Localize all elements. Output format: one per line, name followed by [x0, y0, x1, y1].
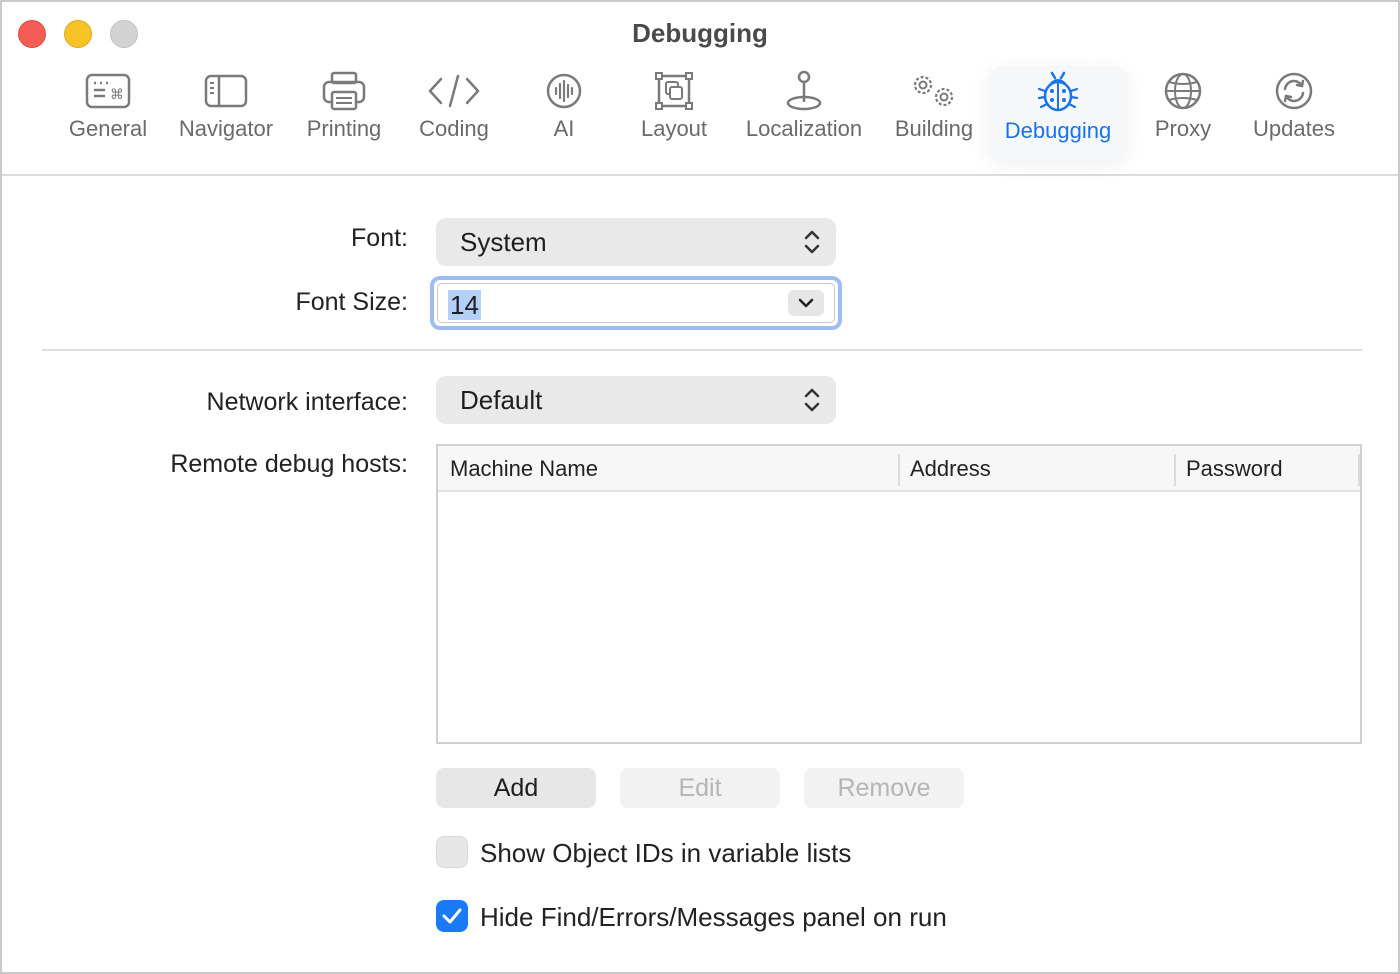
- font-popup-value: System: [460, 227, 547, 257]
- network-interface-label: Network interface:: [206, 388, 408, 416]
- hide-panel-checkbox[interactable]: [436, 900, 468, 932]
- tab-layout[interactable]: Layout: [632, 68, 716, 160]
- network-interface-popup[interactable]: Default: [436, 376, 836, 424]
- font-size-field: 14: [437, 283, 835, 323]
- table-header: Machine Name Address Password: [438, 446, 1360, 492]
- font-size-label: Font Size:: [295, 288, 408, 316]
- tab-label: Layout: [640, 116, 708, 141]
- tab-debugging[interactable]: Debugging: [988, 66, 1128, 162]
- remove-button[interactable]: Remove: [804, 768, 964, 808]
- sidebar-icon: [204, 68, 248, 114]
- network-interface-value: Default: [460, 385, 543, 415]
- svg-text:⌘: ⌘: [110, 87, 124, 103]
- tab-label: Printing: [306, 116, 382, 141]
- tab-updates[interactable]: Updates: [1246, 68, 1342, 160]
- font-label: Font:: [351, 224, 408, 252]
- ladybug-icon: [1037, 66, 1079, 116]
- column-header-password[interactable]: Password: [1186, 456, 1283, 482]
- show-object-ids-label[interactable]: Show Object IDs in variable lists: [480, 838, 851, 869]
- tab-building[interactable]: Building: [888, 68, 980, 160]
- font-size-value[interactable]: 14: [448, 290, 481, 320]
- checkmark-icon: [442, 908, 462, 924]
- up-down-chevron-icon: [804, 387, 820, 418]
- remote-debug-hosts-label: Remote debug hosts:: [170, 450, 408, 478]
- preferences-window: Debugging ⌘ General Navigator Printing C…: [0, 0, 1400, 974]
- code-brackets-icon: [427, 68, 481, 114]
- gears-icon: [908, 68, 960, 114]
- column-separator[interactable]: [1358, 454, 1360, 486]
- printer-icon: [322, 68, 366, 114]
- section-divider: [42, 349, 1362, 351]
- tab-label: General: [68, 116, 148, 141]
- column-header-machine-name[interactable]: Machine Name: [450, 456, 598, 482]
- tab-label: Coding: [419, 116, 489, 141]
- font-size-combobox[interactable]: 14: [430, 276, 842, 330]
- tab-label: Proxy: [1154, 116, 1212, 141]
- tab-navigator[interactable]: Navigator: [170, 68, 282, 160]
- pin-icon: [785, 68, 823, 114]
- tab-ai[interactable]: AI: [532, 68, 596, 160]
- layout-frame-icon: [654, 68, 694, 114]
- up-down-chevron-icon: [804, 229, 820, 260]
- tab-label: Navigator: [178, 116, 274, 141]
- tab-label: AI: [553, 116, 575, 141]
- column-separator[interactable]: [1174, 454, 1176, 486]
- tab-proxy[interactable]: Proxy: [1148, 68, 1218, 160]
- column-separator[interactable]: [898, 454, 900, 486]
- refresh-icon: [1274, 68, 1314, 114]
- tab-printing[interactable]: Printing: [296, 68, 392, 160]
- globe-icon: [1163, 68, 1203, 114]
- edit-button[interactable]: Edit: [620, 768, 780, 808]
- tab-localization[interactable]: Localization: [738, 68, 870, 160]
- column-header-address[interactable]: Address: [910, 456, 991, 482]
- tab-general[interactable]: ⌘ General: [62, 68, 154, 160]
- waveform-circle-icon: [545, 68, 583, 114]
- tab-label: Updates: [1253, 116, 1335, 141]
- tab-coding[interactable]: Coding: [408, 68, 500, 160]
- toolbar: Debugging ⌘ General Navigator Printing C…: [2, 2, 1398, 176]
- hide-panel-label[interactable]: Hide Find/Errors/Messages panel on run: [480, 902, 947, 933]
- chevron-down-icon[interactable]: [788, 290, 824, 316]
- remote-hosts-table[interactable]: Machine Name Address Password: [436, 444, 1362, 744]
- add-button[interactable]: Add: [436, 768, 596, 808]
- show-object-ids-checkbox[interactable]: [436, 836, 468, 868]
- tab-label: Building: [894, 116, 974, 141]
- font-popup[interactable]: System: [436, 218, 836, 266]
- window-title: Debugging: [632, 18, 768, 48]
- tab-label: Debugging: [1004, 118, 1112, 143]
- tab-label: Localization: [745, 116, 863, 141]
- keyboard-icon: ⌘: [85, 68, 131, 114]
